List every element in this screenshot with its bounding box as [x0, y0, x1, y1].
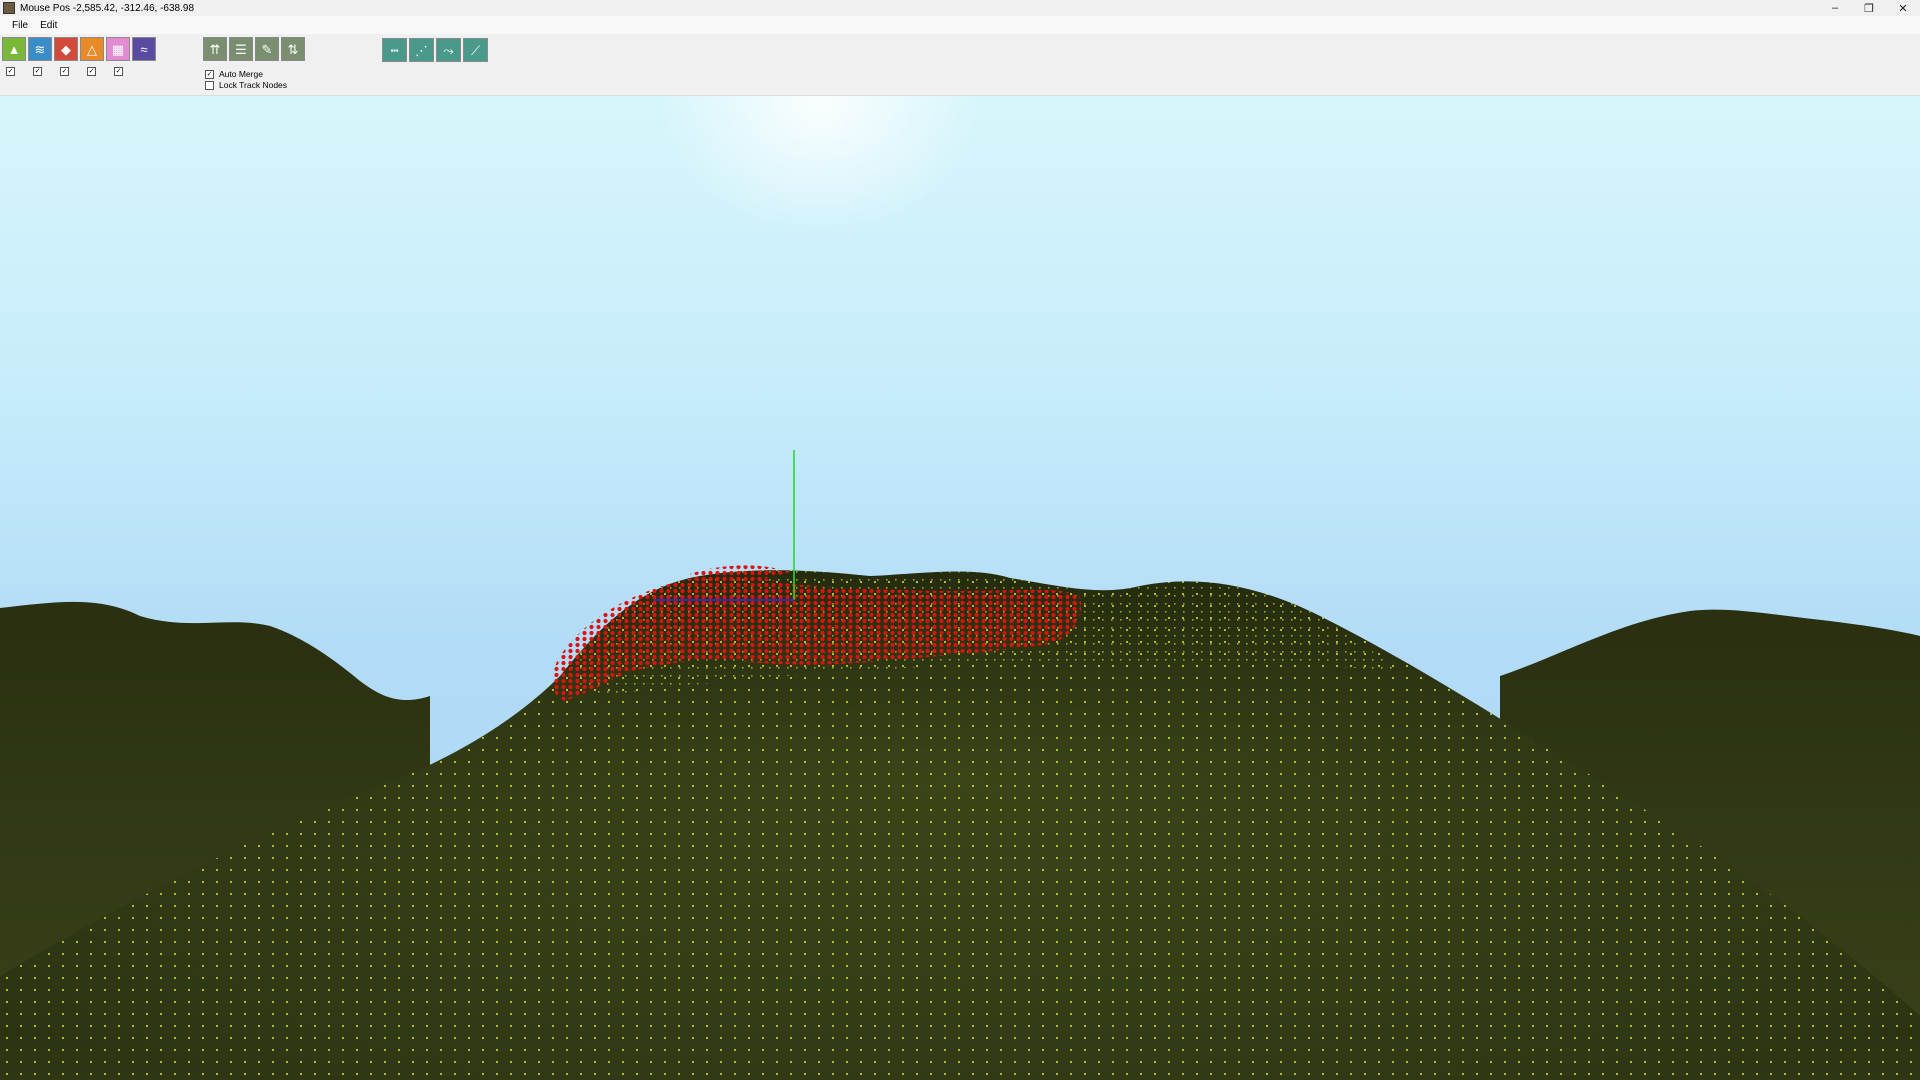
- lock-track-nodes-option[interactable]: Lock Track Nodes: [205, 80, 287, 90]
- terrain-mountain-icon: ▲: [7, 41, 21, 57]
- window-title: Mouse Pos -2,585.42, -312.46, -638.98: [20, 2, 195, 14]
- track-curve-button[interactable]: ⤳: [436, 38, 461, 62]
- track-ramp-icon: ⟋: [470, 42, 481, 58]
- auto-merge-checkbox[interactable]: ✓: [205, 69, 214, 79]
- track-curve-icon: ⤳: [443, 42, 454, 58]
- layer-visible-checkbox-2[interactable]: ✓: [33, 67, 42, 76]
- layer-visible-checkbox-1[interactable]: ✓: [6, 67, 15, 76]
- sculpt-tools-group: ⇈ ☰ ✎ ⇅: [203, 37, 305, 61]
- layer-visible-checkbox-3[interactable]: ✓: [60, 67, 69, 76]
- menu-file[interactable]: File: [6, 20, 34, 31]
- objects-tool-button[interactable]: ◆: [54, 37, 78, 61]
- lock-track-nodes-label: Lock Track Nodes: [219, 80, 288, 90]
- auto-merge-option[interactable]: ✓ Auto Merge: [205, 69, 263, 79]
- smooth-terrain-icon: ⇅: [287, 41, 299, 57]
- raise-tool-button[interactable]: ⇈: [203, 37, 227, 61]
- app-icon: [3, 2, 15, 14]
- noise-tool-button[interactable]: ≈: [132, 37, 156, 61]
- app-window: Mouse Pos -2,585.42, -312.46, -638.98 – …: [0, 0, 1920, 1080]
- track-flat-icon: ┅: [390, 42, 399, 58]
- title-bar[interactable]: Mouse Pos -2,585.42, -312.46, -638.98 – …: [0, 0, 1920, 16]
- window-controls: – ❐ ✕: [1818, 0, 1920, 16]
- track-flat-button[interactable]: ┅: [382, 38, 407, 62]
- minimize-button[interactable]: –: [1818, 0, 1852, 16]
- 3d-viewport[interactable]: [0, 96, 1920, 1080]
- texture-layers-icon: ▦: [111, 41, 125, 57]
- menu-edit[interactable]: Edit: [34, 20, 63, 31]
- flatten-tool-button[interactable]: ☰: [229, 37, 253, 61]
- nodes-tool-button[interactable]: △: [80, 37, 104, 61]
- menu-bar: File Edit: [0, 16, 1920, 34]
- layer-tools-group: ▲ ≋ ◆ △ ▦ ≈: [2, 37, 156, 61]
- paint-tool-button[interactable]: ✎: [255, 37, 279, 61]
- layer-visible-checkbox-5[interactable]: ✓: [114, 67, 123, 76]
- close-button[interactable]: ✕: [1886, 0, 1920, 16]
- raise-terrain-icon: ⇈: [209, 41, 221, 57]
- terrain-scene: [0, 450, 1920, 1080]
- track-slope-button[interactable]: ⋰: [409, 38, 434, 62]
- shapes-objects-icon: ◆: [61, 41, 71, 57]
- paint-brush-icon: ✎: [261, 41, 273, 57]
- track-ramp-button[interactable]: ⟋: [463, 38, 488, 62]
- lock-track-nodes-checkbox[interactable]: [205, 80, 214, 90]
- river-water-icon: ≋: [34, 41, 46, 57]
- auto-merge-label: Auto Merge: [219, 69, 263, 79]
- toolbar: ▲ ≋ ◆ △ ▦ ≈ ✓ ✓ ✓ ✓ ✓ ⇈ ☰ ✎ ⇅ ✓ Auto Mer…: [0, 34, 1920, 96]
- terrain-tool-button[interactable]: ▲: [2, 37, 26, 61]
- texture-tool-button[interactable]: ▦: [106, 37, 130, 61]
- river-tool-button[interactable]: ≋: [28, 37, 52, 61]
- layer-visible-checkbox-4[interactable]: ✓: [87, 67, 96, 76]
- node-graph-icon: △: [87, 41, 97, 57]
- restore-button[interactable]: ❐: [1852, 0, 1886, 16]
- smooth-tool-button[interactable]: ⇅: [281, 37, 305, 61]
- wave-noise-icon: ≈: [140, 41, 148, 57]
- track-slope-icon: ⋰: [415, 42, 428, 58]
- track-tools-group: ┅ ⋰ ⤳ ⟋: [382, 38, 488, 62]
- flatten-terrain-icon: ☰: [235, 41, 247, 57]
